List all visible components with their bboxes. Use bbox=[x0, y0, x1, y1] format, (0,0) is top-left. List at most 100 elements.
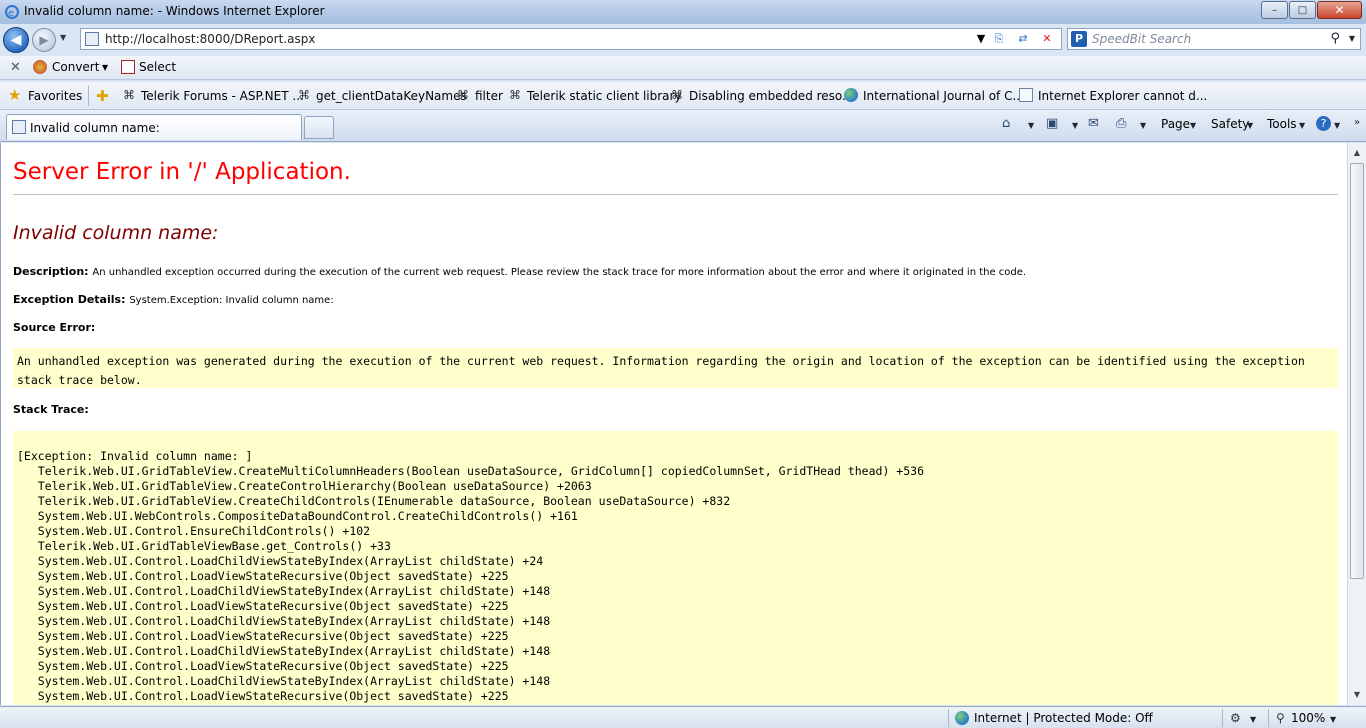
stack-trace-line: System.Web.UI.Control.LoadViewStateRecur… bbox=[17, 599, 509, 613]
page-content: Server Error in '/' Application. Invalid… bbox=[0, 143, 1347, 705]
home-icon[interactable]: ⌂ bbox=[1002, 116, 1010, 131]
status-bar: Internet | Protected Mode: Off ⚙ ▼ ⚲ 100… bbox=[0, 706, 1366, 728]
feeds-dropdown-icon[interactable]: ▼ bbox=[1072, 121, 1078, 130]
telerik-icon: ⌘ bbox=[298, 88, 310, 102]
stack-trace-line: System.Web.UI.Control.LoadViewStateRecur… bbox=[17, 569, 509, 583]
favorite-link[interactable]: International Journal of C... bbox=[863, 89, 1024, 103]
safety-menu[interactable]: Safety bbox=[1211, 117, 1249, 131]
favorites-bar: ★ Favorites ✚ ⌘ Telerik Forums - ASP.NET… bbox=[0, 82, 1366, 110]
stack-trace-line: Telerik.Web.UI.GridTableView.CreateChild… bbox=[17, 494, 731, 508]
stack-trace-line: [Exception: Invalid column name: ] bbox=[17, 449, 253, 463]
favorites-star-icon: ★ bbox=[8, 86, 22, 104]
stack-trace-line: System.Web.UI.Control.LoadViewStateRecur… bbox=[17, 689, 509, 703]
minimize-button[interactable]: – bbox=[1261, 1, 1288, 19]
print-dropdown-icon[interactable]: ▼ bbox=[1140, 121, 1146, 130]
exception-details-label: Exception Details: bbox=[13, 293, 126, 306]
title-bar: e Invalid column name: - Windows Interne… bbox=[0, 0, 1366, 24]
divider bbox=[1222, 709, 1223, 727]
close-window-button[interactable]: ✕ bbox=[1317, 1, 1362, 19]
select-button[interactable]: Select bbox=[139, 60, 176, 74]
home-dropdown-icon[interactable]: ▼ bbox=[1028, 121, 1034, 130]
convert-dropdown-icon[interactable]: ▼ bbox=[102, 63, 108, 72]
zoom-level[interactable]: 100% bbox=[1291, 711, 1325, 725]
exception-details-text: System.Exception: Invalid column name: bbox=[129, 295, 334, 306]
new-tab-button[interactable] bbox=[304, 116, 334, 139]
telerik-icon: ⌘ bbox=[509, 88, 521, 102]
vertical-scrollbar[interactable]: ▲ ▼ bbox=[1347, 143, 1366, 705]
search-options-dropdown[interactable]: ▼ bbox=[1349, 34, 1355, 43]
print-icon[interactable]: ⎙ bbox=[1116, 116, 1126, 131]
error-subtitle: Invalid column name: bbox=[13, 222, 219, 244]
address-dropdown-icon[interactable]: ▼ bbox=[971, 30, 991, 48]
search-box[interactable]: P SpeedBit Search ⚲ ▼ bbox=[1067, 28, 1361, 50]
page-menu-dropdown-icon[interactable]: ▼ bbox=[1190, 121, 1196, 130]
search-icon[interactable]: ⚲ bbox=[1330, 31, 1340, 46]
favorite-link[interactable]: Internet Explorer cannot d... bbox=[1038, 89, 1207, 103]
tools-menu-dropdown-icon[interactable]: ▼ bbox=[1299, 121, 1305, 130]
stack-trace-line: System.Web.UI.Control.EnsureChildControl… bbox=[17, 524, 371, 538]
convert-button[interactable]: Convert bbox=[52, 60, 99, 74]
tab-invalid-column-name[interactable]: Invalid column name: bbox=[6, 114, 302, 140]
add-to-favorites-bar-icon[interactable]: ✚ bbox=[96, 87, 109, 105]
stop-icon[interactable]: ✕ bbox=[1037, 30, 1057, 48]
divider bbox=[13, 194, 1338, 195]
forward-button[interactable]: ▶ bbox=[32, 28, 56, 52]
divider bbox=[88, 86, 89, 106]
stack-trace-line: System.Web.UI.Control.LoadChildViewState… bbox=[17, 554, 544, 568]
help-dropdown-icon[interactable]: ▼ bbox=[1334, 121, 1340, 130]
security-zone-status[interactable]: Internet | Protected Mode: Off bbox=[974, 711, 1153, 725]
feeds-icon[interactable]: ▣ bbox=[1046, 116, 1058, 131]
maximize-button[interactable]: □ bbox=[1289, 1, 1316, 19]
stack-trace-line: Telerik.Web.UI.GridTableView.CreateContr… bbox=[17, 479, 592, 493]
description-section: Description: An unhandled exception occu… bbox=[13, 265, 1026, 278]
convert-icon bbox=[33, 60, 47, 74]
back-button[interactable]: ◀ bbox=[3, 27, 29, 53]
window-title: Invalid column name: - Windows Internet … bbox=[24, 4, 325, 18]
telerik-icon: ⌘ bbox=[457, 88, 469, 102]
stack-trace-line: System.Web.UI.Control.LoadChildViewState… bbox=[17, 674, 551, 688]
address-url[interactable]: http://localhost:8000/DReport.aspx bbox=[105, 32, 315, 46]
page-icon bbox=[12, 120, 26, 134]
favorite-link[interactable]: Telerik static client library bbox=[527, 89, 682, 103]
zoom-icon[interactable]: ⚲ bbox=[1276, 711, 1285, 725]
refresh-icon[interactable]: ⇄ bbox=[1013, 30, 1033, 48]
address-bar[interactable]: http://localhost:8000/DReport.aspx ▼ ⎘ ⇄… bbox=[80, 28, 1062, 50]
scroll-up-icon[interactable]: ▲ bbox=[1349, 145, 1365, 161]
zoom-dropdown-icon[interactable]: ▼ bbox=[1330, 715, 1336, 724]
compatibility-view-icon[interactable]: ⎘ bbox=[989, 30, 1009, 48]
close-toolbar-icon[interactable]: ✕ bbox=[10, 60, 21, 75]
exception-details-section: Exception Details: System.Exception: Inv… bbox=[13, 293, 334, 306]
mail-icon[interactable]: ✉ bbox=[1088, 116, 1099, 131]
navigation-bar: ◀ ▶ ▼ http://localhost:8000/DReport.aspx… bbox=[0, 24, 1366, 54]
favorite-link[interactable]: filter bbox=[475, 89, 503, 103]
help-icon[interactable]: ? bbox=[1316, 116, 1331, 131]
stack-trace-line: System.Web.UI.WebControls.CompositeDataB… bbox=[17, 509, 578, 523]
stack-trace-line: System.Web.UI.Control.LoadChildViewState… bbox=[17, 584, 551, 598]
telerik-icon: ⌘ bbox=[671, 88, 683, 102]
page-menu[interactable]: Page bbox=[1161, 117, 1190, 131]
divider bbox=[1268, 709, 1269, 727]
stack-trace-line: System.Web.UI.Control.LoadViewStateRecur… bbox=[17, 659, 509, 673]
stack-trace-line: System.Web.UI.Control.LoadChildViewState… bbox=[17, 614, 551, 628]
toolbar-chevron-icon[interactable]: » bbox=[1354, 117, 1360, 128]
page-title: Server Error in '/' Application. bbox=[13, 159, 351, 185]
favorite-link[interactable]: Disabling embedded reso... bbox=[689, 89, 854, 103]
divider bbox=[948, 709, 949, 727]
favorites-button[interactable]: Favorites bbox=[28, 89, 82, 103]
safety-menu-dropdown-icon[interactable]: ▼ bbox=[1247, 121, 1253, 130]
stack-trace-line: Telerik.Web.UI.GridTableViewBase.get_Con… bbox=[17, 539, 391, 553]
favorite-link[interactable]: get_clientDataKeyNames bbox=[316, 89, 467, 103]
protected-mode-icon[interactable]: ⚙ bbox=[1230, 711, 1241, 725]
tab-title: Invalid column name: bbox=[30, 121, 160, 135]
protected-mode-dropdown-icon[interactable]: ▼ bbox=[1250, 715, 1256, 724]
source-error-box: An unhandled exception was generated dur… bbox=[13, 348, 1338, 388]
recent-pages-dropdown[interactable]: ▼ bbox=[60, 33, 66, 42]
telerik-icon: ⌘ bbox=[123, 88, 135, 102]
favorite-link[interactable]: Telerik Forums - ASP.NET ... bbox=[141, 89, 304, 103]
search-input[interactable]: SpeedBit Search bbox=[1092, 32, 1191, 46]
addon-toolbar: ✕ Convert ▼ Select bbox=[0, 56, 1366, 80]
scroll-thumb[interactable] bbox=[1350, 163, 1364, 579]
page-icon bbox=[1019, 88, 1033, 102]
tools-menu[interactable]: Tools bbox=[1267, 117, 1297, 131]
scroll-down-icon[interactable]: ▼ bbox=[1349, 687, 1365, 703]
